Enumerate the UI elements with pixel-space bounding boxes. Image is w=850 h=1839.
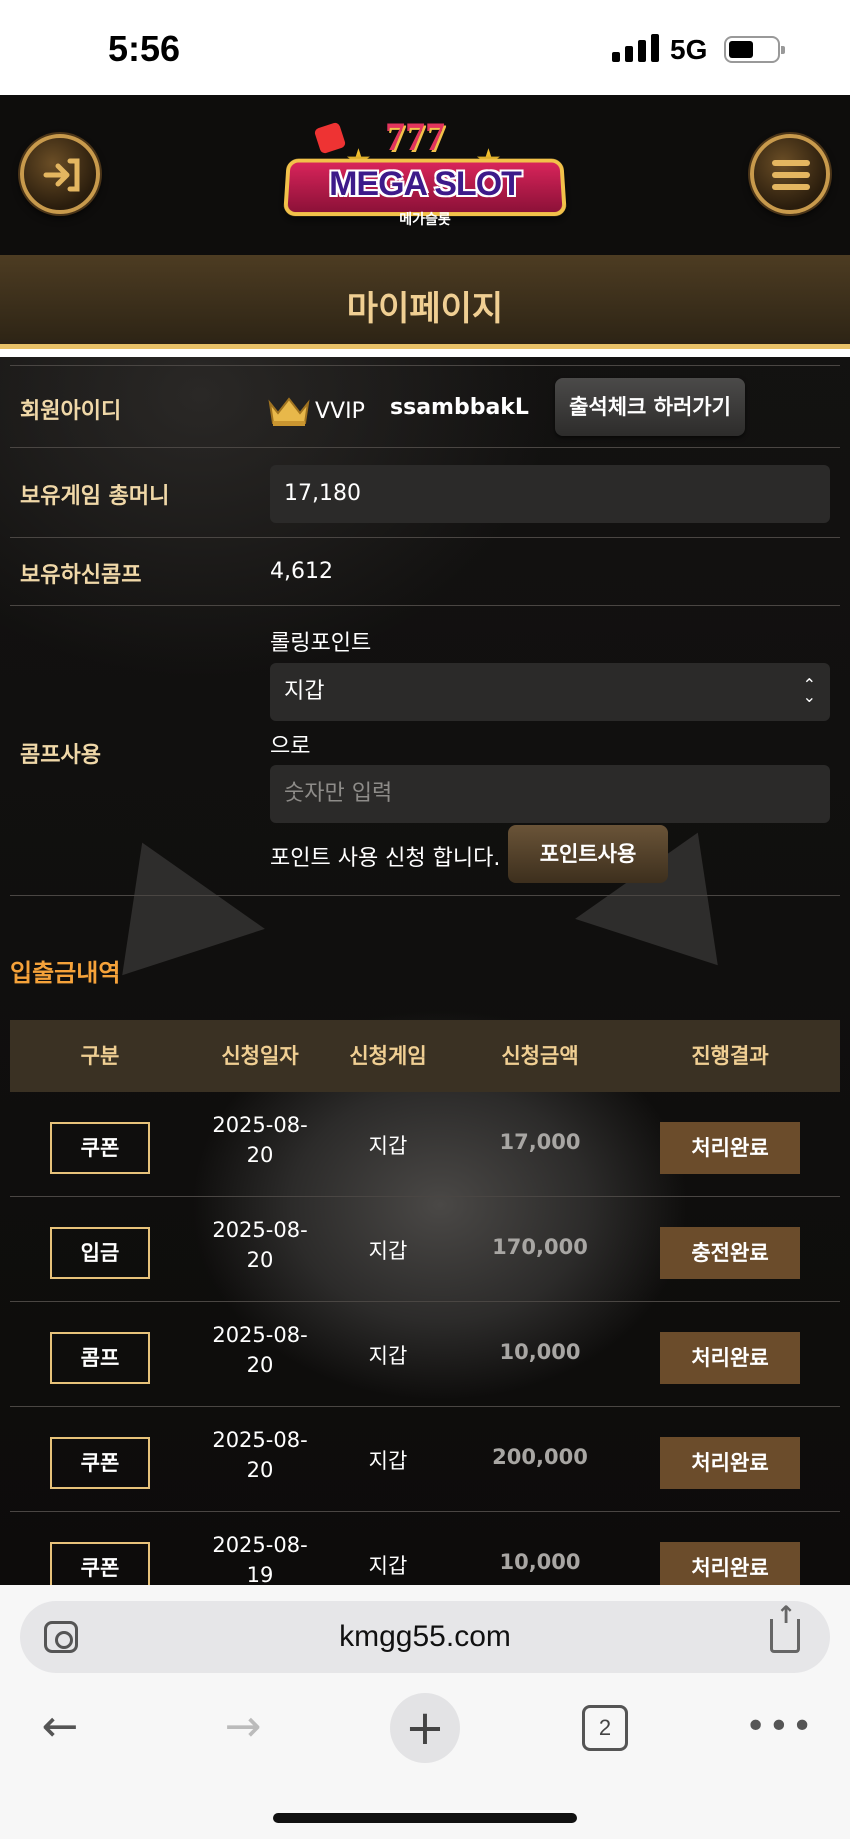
dice-icon [313, 121, 347, 155]
row-date: 2025-08- 20 [190, 1110, 330, 1170]
status-bar: 5:56 5G [0, 0, 850, 95]
wallet-select-value: 지갑 [284, 679, 325, 704]
history-table-header: 구분 신청일자 신청게임 신청금액 진행결과 [10, 1020, 840, 1092]
share-icon[interactable] [770, 1601, 800, 1653]
row-date-line2: 20 [246, 1458, 274, 1482]
money-field: 17,180 [270, 465, 830, 523]
col-header-game: 신청게임 [349, 1044, 427, 1068]
hamburger-icon [772, 160, 810, 196]
wallet-select[interactable]: 지갑 ⌃ ⌄ [270, 663, 830, 721]
row-date-line2: 19 [246, 1563, 274, 1585]
rolling-point-label: 롤링포인트 [270, 631, 372, 656]
row-date-line1: 2025-08- [212, 1428, 308, 1452]
url-text: kmgg55.com [339, 1620, 511, 1653]
crown-icon [268, 397, 310, 426]
row-date: 2025-08- 20 [190, 1425, 330, 1485]
row-date-line1: 2025-08- [212, 1218, 308, 1242]
col-header-type: 구분 [80, 1044, 120, 1068]
divider [10, 447, 840, 448]
row-game: 지갑 [368, 1554, 408, 1578]
col-header-date: 신청일자 [221, 1044, 299, 1068]
divider [10, 605, 840, 606]
forward-arrow-icon[interactable]: → [213, 1697, 273, 1757]
row-result-badge: 처리완료 [660, 1332, 800, 1384]
table-row: 콤프 2025-08- 20 지갑 10,000 처리완료 [10, 1302, 840, 1407]
row-amount: 200,000 [492, 1445, 588, 1469]
history-title: 입출금내역 [10, 959, 121, 987]
table-row: 쿠폰 2025-08- 19 지갑 10,000 처리완료 [10, 1512, 840, 1585]
login-button[interactable] [20, 134, 100, 214]
row-date: 2025-08- 20 [190, 1320, 330, 1380]
member-level: VVIP [315, 399, 365, 424]
divider [10, 895, 840, 896]
row-type-badge: 쿠폰 [50, 1122, 150, 1174]
divider [10, 365, 840, 366]
table-row: 입금 2025-08- 20 지갑 170,000 충전완료 [10, 1197, 840, 1302]
status-time: 5:56 [108, 28, 181, 69]
home-indicator [273, 1813, 577, 1823]
menu-button[interactable] [750, 134, 830, 214]
network-label: 5G [670, 34, 708, 65]
row-amount: 10,000 [499, 1340, 581, 1364]
comp-use-label: 콤프사용 [20, 743, 101, 768]
page-title: 마이페이지 [346, 289, 504, 329]
logo-subtext: 메가슬롯 [399, 212, 451, 228]
point-amount-input[interactable]: 숫자만 입력 [270, 765, 830, 823]
signal-icon [612, 34, 660, 62]
table-row: 쿠폰 2025-08- 20 지갑 17,000 처리완료 [10, 1092, 840, 1197]
money-label: 보유게임 총머니 [20, 484, 170, 509]
row-date-line1: 2025-08- [212, 1323, 308, 1347]
back-arrow-icon[interactable]: ← [30, 1697, 90, 1757]
row-amount: 17,000 [499, 1130, 581, 1154]
attendance-button[interactable]: 출석체크 하러가기 [555, 378, 745, 436]
row-date-line2: 20 [246, 1353, 274, 1377]
table-row: 쿠폰 2025-08- 20 지갑 200,000 처리완료 [10, 1407, 840, 1512]
page-title-band: 마이페이지 [0, 255, 850, 350]
site-logo[interactable]: 777 ★ ★ MEGA SLOT 메가슬롯 [283, 113, 567, 243]
tabs-button[interactable]: 2 [582, 1705, 628, 1751]
member-id-label: 회원아이디 [20, 399, 122, 424]
row-result-badge: 처리완료 [660, 1122, 800, 1174]
use-points-button[interactable]: 포인트사용 [508, 825, 668, 883]
browser-toolbar: kmgg55.com ← → + 2 ••• [0, 1585, 850, 1839]
select-chevron-icon: ⌃ ⌄ [802, 675, 816, 706]
row-game: 지갑 [368, 1344, 408, 1368]
col-header-result: 진행결과 [691, 1044, 769, 1068]
comp-label: 보유하신콤프 [20, 563, 142, 588]
row-result-badge: 처리완료 [660, 1542, 800, 1585]
row-date: 2025-08- 19 [190, 1530, 330, 1585]
to-label: 으로 [270, 734, 311, 759]
new-tab-plus-icon[interactable]: + [390, 1693, 460, 1763]
row-date-line2: 20 [246, 1248, 274, 1272]
row-result-badge: 충전완료 [660, 1227, 800, 1279]
logo-text: MEGA SLOT [329, 165, 522, 203]
apply-text: 포인트 사용 신청 합니다. [270, 846, 501, 871]
row-date-line2: 20 [246, 1143, 274, 1167]
col-header-amount: 신청금액 [501, 1044, 579, 1068]
row-date: 2025-08- 20 [190, 1215, 330, 1275]
page: 777 ★ ★ MEGA SLOT 메가슬롯 마이페이지 회원아이디 VVIP … [0, 95, 850, 1585]
username: ssambbakL [390, 395, 529, 420]
row-amount: 10,000 [499, 1550, 581, 1574]
address-bar[interactable]: kmgg55.com [20, 1601, 830, 1673]
login-arrow-icon [43, 158, 80, 192]
row-game: 지갑 [368, 1239, 408, 1263]
row-game: 지갑 [368, 1134, 408, 1158]
site-header: 777 ★ ★ MEGA SLOT 메가슬롯 [0, 95, 850, 255]
row-amount: 170,000 [492, 1235, 588, 1259]
row-type-badge: 쿠폰 [50, 1437, 150, 1489]
divider [0, 349, 850, 357]
comp-value: 4,612 [270, 559, 333, 584]
row-type-badge: 입금 [50, 1227, 150, 1279]
row-game: 지갑 [368, 1449, 408, 1473]
row-date-line1: 2025-08- [212, 1533, 308, 1557]
row-type-badge: 콤프 [50, 1332, 150, 1384]
row-date-line1: 2025-08- [212, 1113, 308, 1137]
logo-777: 777 [385, 114, 445, 159]
row-type-badge: 쿠폰 [50, 1542, 150, 1585]
divider [10, 537, 840, 538]
battery-icon [724, 36, 785, 63]
more-dots-icon[interactable]: ••• [745, 1697, 813, 1757]
row-result-badge: 처리완료 [660, 1437, 800, 1489]
